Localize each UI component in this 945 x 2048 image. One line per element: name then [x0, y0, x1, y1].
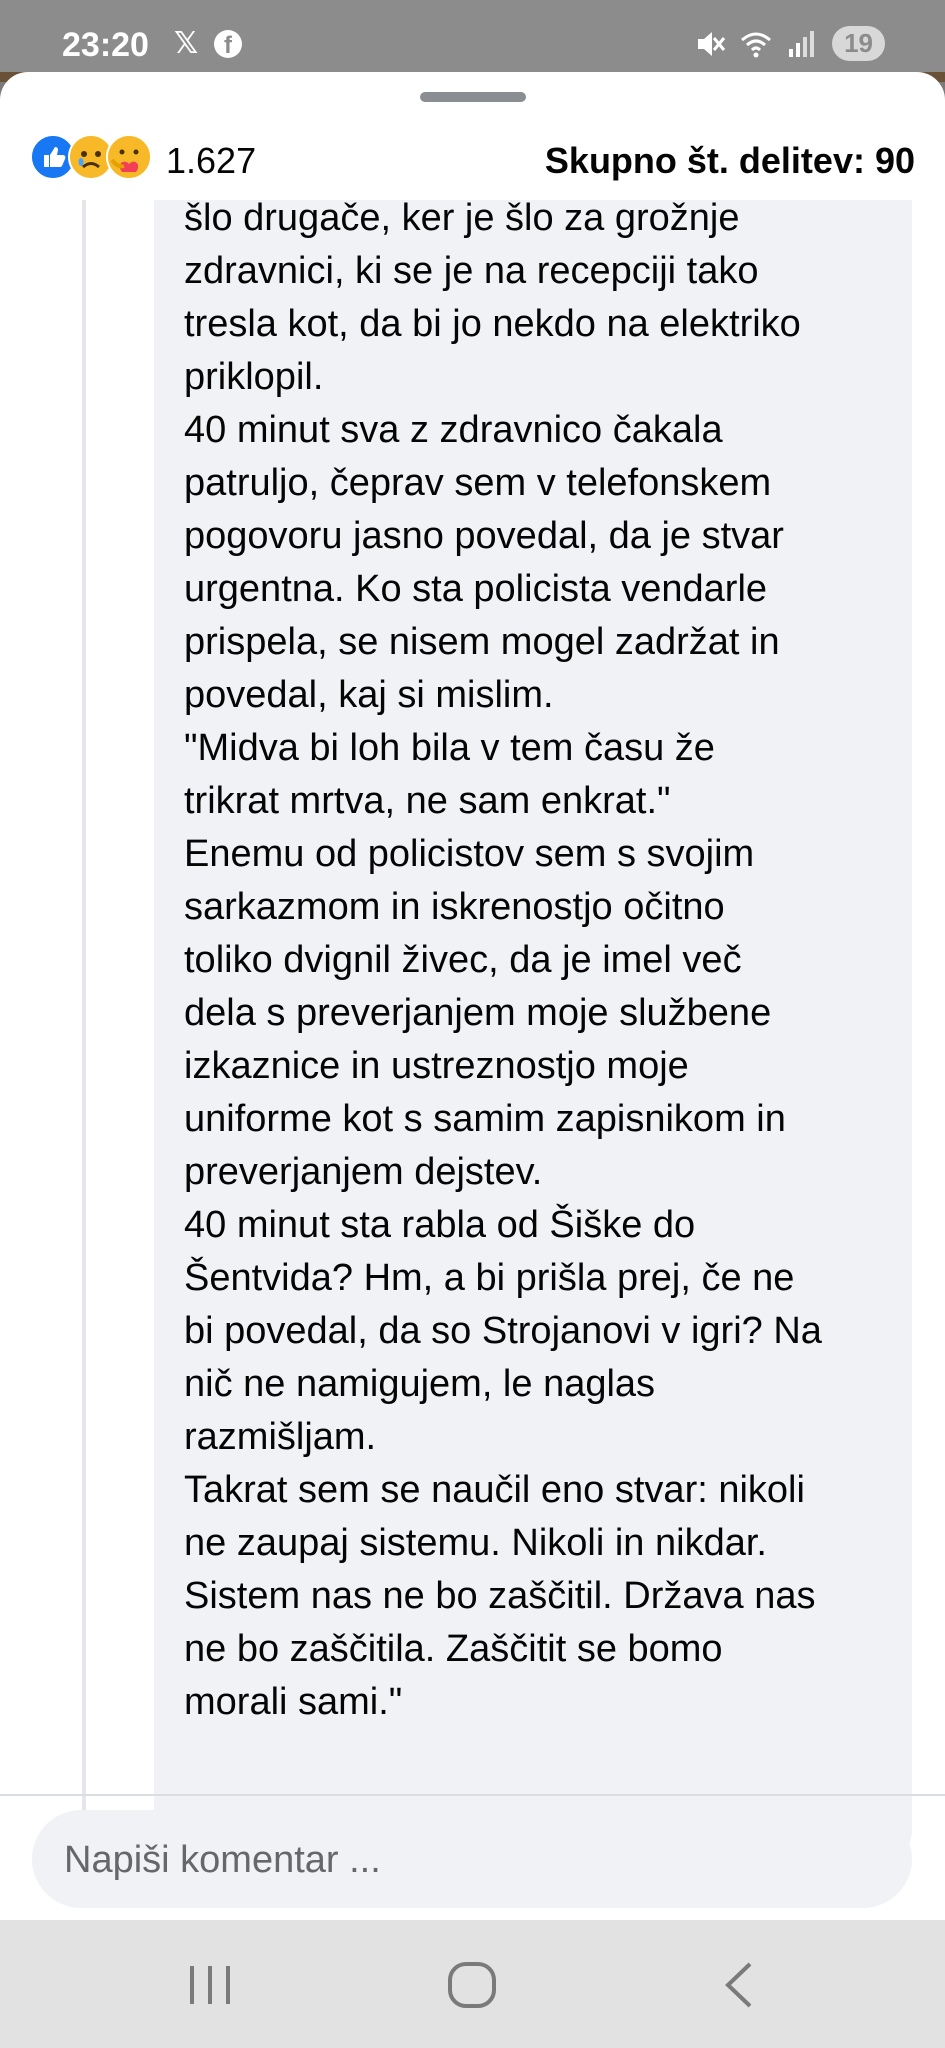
x-logo-icon: 𝕏: [174, 27, 199, 60]
reaction-summary[interactable]: 1.627 Skupno št. delitev: 90: [30, 124, 915, 194]
facebook-logo-icon: f: [214, 30, 242, 59]
signal-icon: [789, 30, 815, 57]
status-bar: 23:20 𝕏 f 19: [0, 0, 945, 72]
status-time: 23:20: [62, 26, 149, 64]
comments-sheet: 1.627 Skupno št. delitev: 90 šlo drugače…: [0, 72, 945, 1920]
status-icons: 19: [694, 26, 885, 61]
mute-icon: [698, 31, 726, 56]
wifi-icon: [741, 32, 772, 57]
recent-apps-icon[interactable]: [160, 1940, 260, 2030]
comment-thread: šlo drugače, ker je šlo za grožnje zdrav…: [0, 200, 945, 1866]
comment-composer[interactable]: [32, 1810, 912, 1910]
notification-count-badge: 19: [832, 26, 885, 61]
composer-divider: [0, 1794, 945, 1796]
sheet-drag-handle[interactable]: [420, 92, 526, 102]
comment-text: šlo drugače, ker je šlo za grožnje zdrav…: [184, 200, 822, 1723]
care-reaction-icon: [106, 134, 152, 180]
home-icon[interactable]: [422, 1940, 522, 2030]
share-count: Skupno št. delitev: 90: [544, 140, 915, 181]
comment-input[interactable]: [62, 1810, 886, 1910]
reaction-count: 1.627: [166, 140, 257, 181]
navigation-bar: [0, 1920, 945, 2048]
back-icon[interactable]: [690, 1940, 790, 2030]
reaction-icons: [30, 134, 160, 180]
reply-thread-line: [82, 200, 86, 1840]
